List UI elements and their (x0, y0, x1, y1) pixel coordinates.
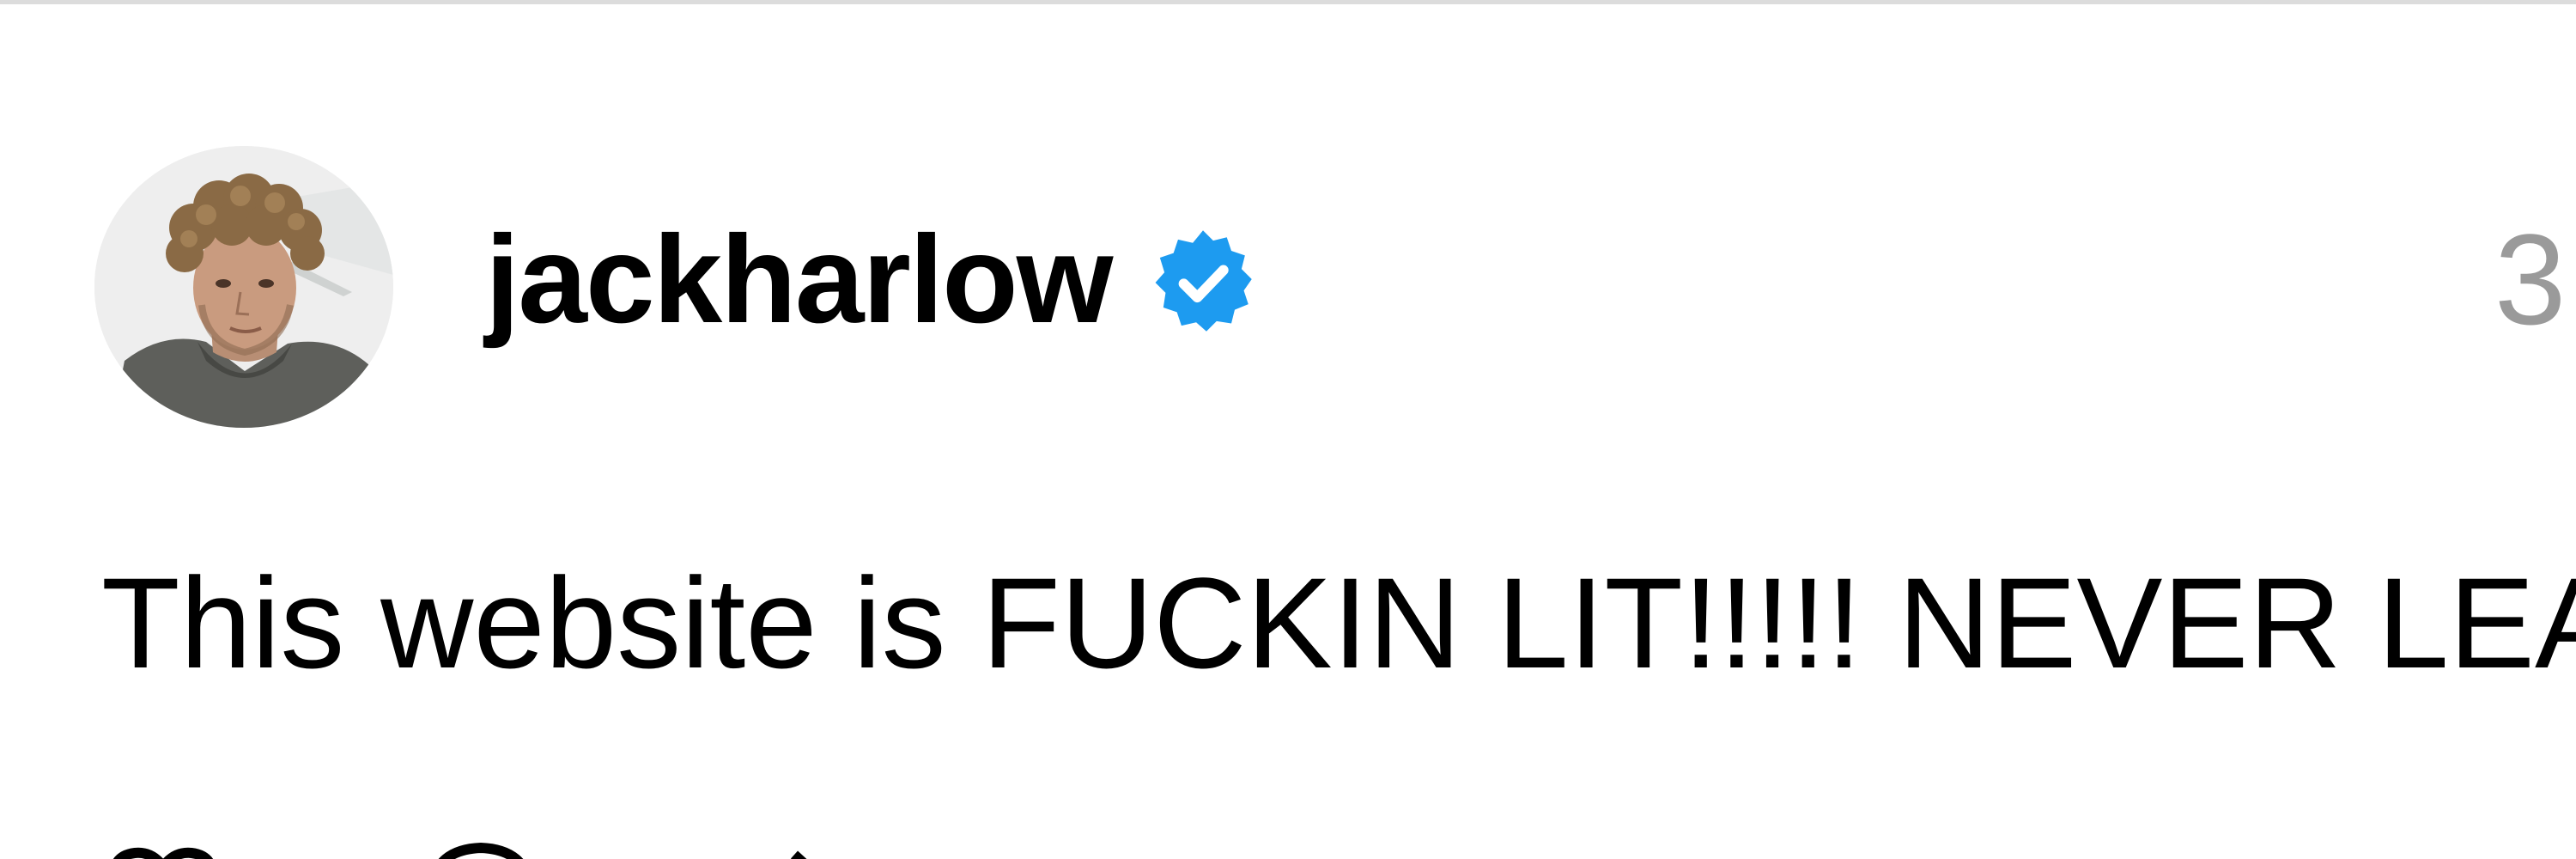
share-icon[interactable] (996, 838, 1125, 859)
repost-icon[interactable] (721, 838, 850, 859)
avatar[interactable] (94, 146, 393, 428)
post-timestamp: 3 (2494, 207, 2567, 351)
profile-photo (94, 146, 393, 428)
username-row: jackharlow (485, 206, 1260, 352)
comment-icon[interactable] (416, 838, 545, 859)
post-text: This website is FUCKIN LIT!!!!! NEVER LE… (101, 551, 2576, 695)
verified-badge-icon (1146, 226, 1260, 339)
username[interactable]: jackharlow (485, 216, 1113, 342)
top-divider (0, 0, 2576, 4)
post-card: jackharlow 3 This website is FUCKIN LIT!… (0, 0, 2576, 859)
heart-icon[interactable] (99, 838, 228, 859)
